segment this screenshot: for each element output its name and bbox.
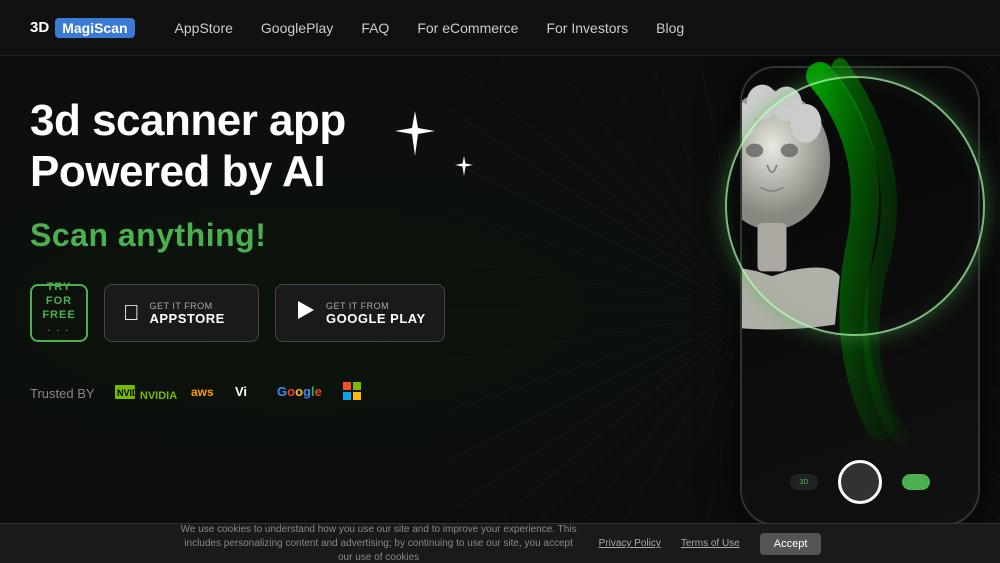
try-line2: FOR [46, 294, 72, 308]
phone-green-button[interactable] [902, 474, 930, 490]
phone-shutter-button[interactable] [838, 460, 882, 504]
svg-text:Vi: Vi [235, 384, 247, 399]
googleplay-get-it-label: GET IT FROM [326, 301, 426, 311]
try-free-button[interactable]: TRY FOR FREE · · · · · [30, 284, 88, 342]
cookie-text: We use cookies to understand how you use… [179, 523, 579, 563]
hero-subtitle: Scan anything! [30, 217, 445, 254]
nav: AppStore GooglePlay FAQ For eCommerce Fo… [175, 20, 685, 36]
microsoft-logo [343, 382, 361, 405]
main-content: 3d scanner app Powered by AI Scan anythi… [0, 56, 1000, 563]
google-logo: Google [277, 382, 329, 405]
nav-appstore[interactable]: AppStore [175, 20, 233, 36]
vi-logo: Vi [235, 383, 263, 404]
svg-text:aws: aws [191, 385, 214, 399]
appstore-text: GET IT FROM APPSTORE [150, 301, 225, 326]
appstore-button[interactable]:  GET IT FROM APPSTORE [104, 284, 259, 342]
svg-text:Google: Google [277, 384, 322, 399]
statue-head-graphic [742, 73, 862, 373]
phone-mode-indicator: 3D [790, 474, 818, 490]
privacy-policy-link[interactable]: Privacy Policy [599, 538, 661, 549]
svg-text:NVIDIA: NVIDIA [117, 388, 135, 398]
aws-logo: aws [191, 383, 221, 404]
nav-googleplay[interactable]: GooglePlay [261, 20, 333, 36]
cookie-banner: We use cookies to understand how you use… [0, 523, 1000, 563]
logo-badge: MagiScan [55, 18, 134, 38]
trusted-section: Trusted BY NVIDIA NVIDIA aws Vi [30, 382, 445, 405]
try-line3: FREE [42, 308, 75, 322]
try-line1: TRY [47, 280, 72, 294]
googleplay-text: GET IT FROM GOOGLE PLAY [326, 301, 426, 326]
cookie-accept-button[interactable]: Accept [760, 533, 822, 555]
cta-buttons: TRY FOR FREE · · · · ·  GET IT FROM APP… [30, 284, 445, 342]
try-dots: · · · · · [44, 326, 74, 347]
trusted-logos: NVIDIA NVIDIA aws Vi [115, 382, 362, 405]
header: 3D MagiScan AppStore GooglePlay FAQ For … [0, 0, 1000, 56]
phone-container: 3D [600, 56, 1000, 563]
hero-title: 3d scanner app Powered by AI [30, 96, 445, 197]
star-small-icon [455, 156, 473, 181]
phone-screen: 3D [742, 68, 978, 524]
nav-investors[interactable]: For Investors [546, 20, 628, 36]
play-icon [294, 299, 316, 327]
nav-faq[interactable]: FAQ [361, 20, 389, 36]
nav-ecommerce[interactable]: For eCommerce [417, 20, 518, 36]
trusted-label: Trusted BY [30, 386, 95, 401]
appstore-name-label: APPSTORE [150, 311, 225, 326]
nav-blog[interactable]: Blog [656, 20, 684, 36]
phone-ui: 3D [742, 460, 978, 504]
phone-frame: 3D [740, 66, 980, 526]
hero-content: 3d scanner app Powered by AI Scan anythi… [30, 96, 445, 405]
terms-of-use-link[interactable]: Terms of Use [681, 538, 740, 549]
nvidia-logo: NVIDIA NVIDIA [115, 385, 178, 402]
googleplay-name-label: GOOGLE PLAY [326, 311, 426, 326]
appstore-get-it-label: GET IT FROM [150, 301, 225, 311]
apple-icon:  [123, 300, 140, 326]
googleplay-button[interactable]: GET IT FROM GOOGLE PLAY [275, 284, 445, 342]
logo[interactable]: 3D MagiScan [30, 18, 135, 38]
logo-3d-text: 3D [30, 19, 49, 36]
